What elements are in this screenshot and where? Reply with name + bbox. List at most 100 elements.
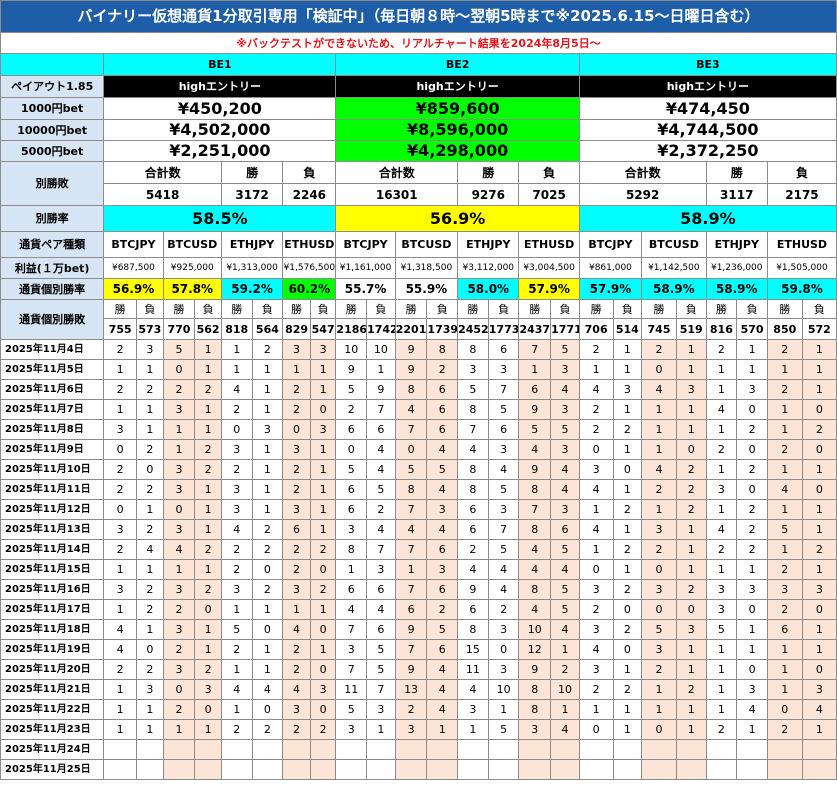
daily-cell[interactable]: 2: [282, 399, 311, 420]
daily-cell[interactable]: 5: [641, 619, 677, 640]
daily-cell[interactable]: 1: [578, 699, 614, 720]
daily-cell[interactable]: 3: [103, 579, 138, 600]
daily-cell[interactable]: 2: [220, 559, 253, 580]
daily-cell[interactable]: 0: [736, 479, 768, 500]
daily-cell[interactable]: 2: [136, 479, 164, 500]
daily-date[interactable]: 2025年11月9日: [0, 439, 105, 460]
daily-date[interactable]: 2025年11月5日: [0, 359, 105, 380]
daily-cell[interactable]: 10: [366, 339, 396, 360]
daily-cell[interactable]: 6: [394, 599, 428, 620]
daily-cell[interactable]: 0: [641, 359, 677, 380]
daily-cell[interactable]: [578, 739, 614, 760]
daily-cell[interactable]: 3: [282, 499, 311, 520]
daily-cell[interactable]: 2: [675, 479, 707, 500]
daily-cell[interactable]: 2: [136, 379, 164, 400]
daily-date[interactable]: 2025年11月8日: [0, 419, 105, 440]
daily-cell[interactable]: 9: [518, 659, 552, 680]
daily-cell[interactable]: [136, 759, 164, 780]
daily-cell[interactable]: 4: [518, 539, 552, 560]
daily-cell[interactable]: 3: [487, 359, 520, 380]
daily-cell[interactable]: 5: [162, 339, 196, 360]
daily-cell[interactable]: 1: [641, 399, 677, 420]
daily-cell[interactable]: 0: [578, 559, 614, 580]
daily-cell[interactable]: 3: [487, 439, 520, 460]
daily-cell[interactable]: 2: [578, 599, 614, 620]
daily-date[interactable]: 2025年11月10日: [0, 459, 105, 480]
daily-cell[interactable]: 1: [801, 519, 837, 540]
daily-cell[interactable]: 1: [736, 619, 768, 640]
daily-cell[interactable]: 4: [426, 679, 459, 700]
daily-cell[interactable]: 2: [612, 419, 643, 440]
daily-cell[interactable]: 2: [282, 479, 311, 500]
daily-cell[interactable]: 3: [162, 459, 196, 480]
daily-cell[interactable]: 2: [282, 379, 311, 400]
daily-cell[interactable]: 1: [220, 359, 253, 380]
daily-cell[interactable]: 1: [766, 459, 803, 480]
daily-cell[interactable]: 5: [550, 599, 580, 620]
daily-cell[interactable]: [705, 739, 738, 760]
daily-cell[interactable]: 7: [366, 679, 396, 700]
daily-cell[interactable]: 1: [194, 519, 222, 540]
daily-cell[interactable]: 2: [736, 499, 768, 520]
daily-cell[interactable]: 1: [309, 439, 337, 460]
daily-cell[interactable]: 0: [801, 599, 837, 620]
daily-cell[interactable]: 1: [736, 719, 768, 740]
daily-cell[interactable]: 6: [457, 519, 489, 540]
daily-cell[interactable]: 4: [550, 619, 580, 640]
daily-cell[interactable]: 3: [309, 679, 337, 700]
daily-cell[interactable]: [457, 759, 489, 780]
daily-cell[interactable]: 5: [457, 379, 489, 400]
daily-date[interactable]: 2025年11月15日: [0, 559, 105, 580]
daily-cell[interactable]: 1: [220, 659, 253, 680]
daily-cell[interactable]: 2: [705, 719, 738, 740]
daily-cell[interactable]: [162, 759, 196, 780]
daily-cell[interactable]: 1: [675, 639, 707, 660]
daily-cell[interactable]: 0: [309, 559, 337, 580]
daily-cell[interactable]: 1: [136, 419, 164, 440]
daily-cell[interactable]: 2: [220, 639, 253, 660]
daily-cell[interactable]: 2: [251, 719, 284, 740]
daily-cell[interactable]: 3: [550, 399, 580, 420]
daily-cell[interactable]: 6: [335, 419, 368, 440]
daily-cell[interactable]: 6: [766, 619, 803, 640]
daily-cell[interactable]: 4: [220, 679, 253, 700]
daily-cell[interactable]: 1: [518, 359, 552, 380]
daily-cell[interactable]: 2: [578, 399, 614, 420]
daily-cell[interactable]: 1: [103, 699, 138, 720]
daily-cell[interactable]: 1: [309, 599, 337, 620]
daily-cell[interactable]: 3: [162, 519, 196, 540]
daily-cell[interactable]: 1: [612, 439, 643, 460]
daily-cell[interactable]: 6: [366, 579, 396, 600]
daily-cell[interactable]: 1: [705, 659, 738, 680]
daily-cell[interactable]: 3: [335, 519, 368, 540]
daily-cell[interactable]: 2: [641, 659, 677, 680]
daily-cell[interactable]: 1: [251, 599, 284, 620]
daily-cell[interactable]: [705, 759, 738, 780]
daily-cell[interactable]: 6: [550, 519, 580, 540]
daily-cell[interactable]: 4: [366, 439, 396, 460]
daily-cell[interactable]: 3: [194, 679, 222, 700]
daily-cell[interactable]: 2: [162, 379, 196, 400]
daily-cell[interactable]: 10: [487, 679, 520, 700]
daily-cell[interactable]: 2: [282, 459, 311, 480]
daily-cell[interactable]: 1: [766, 679, 803, 700]
daily-cell[interactable]: [550, 759, 580, 780]
daily-cell[interactable]: 3: [309, 339, 337, 360]
daily-cell[interactable]: 2: [103, 339, 138, 360]
daily-cell[interactable]: 3: [366, 699, 396, 720]
daily-cell[interactable]: 0: [162, 359, 196, 380]
daily-cell[interactable]: 1: [309, 639, 337, 660]
daily-cell[interactable]: 2: [736, 459, 768, 480]
daily-cell[interactable]: 1: [162, 719, 196, 740]
daily-cell[interactable]: [801, 759, 837, 780]
daily-cell[interactable]: 6: [487, 339, 520, 360]
daily-cell[interactable]: [251, 759, 284, 780]
daily-cell[interactable]: [641, 759, 677, 780]
daily-date[interactable]: 2025年11月7日: [0, 399, 105, 420]
daily-cell[interactable]: [335, 759, 368, 780]
daily-cell[interactable]: 1: [675, 719, 707, 740]
daily-cell[interactable]: 1: [705, 359, 738, 380]
daily-cell[interactable]: 2: [103, 379, 138, 400]
daily-cell[interactable]: 5: [518, 419, 552, 440]
daily-cell[interactable]: [282, 739, 311, 760]
